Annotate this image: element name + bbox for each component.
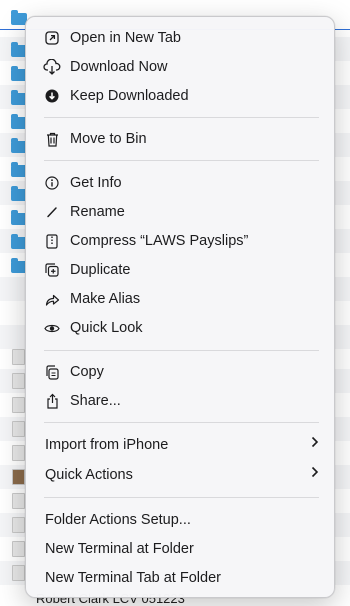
menu-item-share[interactable]: Share...	[33, 388, 329, 414]
info-icon	[43, 174, 61, 192]
menu-item-label: Rename	[70, 204, 125, 220]
menu-item-label: Copy	[70, 364, 104, 380]
alias-arrow-icon	[43, 290, 61, 308]
menu-item-label: Get Info	[70, 175, 122, 191]
menu-item-open-in-new-tab[interactable]: Open in New Tab	[33, 25, 329, 51]
menu-separator	[44, 160, 319, 161]
document-thumbnail-icon	[12, 445, 25, 461]
menu-item-compress[interactable]: Compress “LAWS Payslips”	[33, 228, 329, 254]
document-thumbnail-icon	[12, 541, 25, 557]
cloud-download-icon	[43, 58, 61, 76]
download-circle-icon	[43, 87, 61, 105]
menu-item-new-terminal-tab-at-folder[interactable]: New Terminal Tab at Folder	[33, 565, 329, 591]
menu-item-get-info[interactable]: Get Info	[33, 170, 329, 196]
menu-item-rename[interactable]: Rename	[33, 199, 329, 225]
document-thumbnail-icon	[12, 517, 25, 533]
menu-item-label: Share...	[70, 393, 121, 409]
context-menu: Open in New Tab Download Now Keep Downlo…	[25, 16, 335, 598]
document-thumbnail-icon	[12, 421, 25, 437]
menu-item-label: Quick Actions	[45, 467, 133, 483]
copy-icon	[43, 363, 61, 381]
menu-separator	[44, 350, 319, 351]
menu-item-label: Move to Bin	[70, 131, 147, 147]
menu-item-label: Compress “LAWS Payslips”	[70, 233, 249, 249]
chevron-right-icon	[311, 436, 319, 448]
menu-item-copy[interactable]: Copy	[33, 359, 329, 385]
menu-item-quick-actions[interactable]: Quick Actions	[33, 462, 329, 488]
chevron-right-icon	[311, 466, 319, 478]
menu-item-move-to-bin[interactable]: Move to Bin	[33, 126, 329, 152]
menu-item-import-from-iphone[interactable]: Import from iPhone	[33, 432, 329, 458]
document-thumbnail-icon	[12, 349, 25, 365]
menu-item-new-terminal-at-folder[interactable]: New Terminal at Folder	[33, 536, 329, 562]
pencil-icon	[43, 203, 61, 221]
document-thumbnail-icon	[12, 397, 25, 413]
menu-item-label: Make Alias	[70, 291, 141, 307]
eye-icon	[43, 319, 61, 337]
menu-separator	[44, 117, 319, 118]
menu-item-make-alias[interactable]: Make Alias	[33, 286, 329, 312]
menu-item-keep-downloaded[interactable]: Keep Downloaded	[33, 83, 329, 109]
menu-item-label: Duplicate	[70, 262, 131, 278]
menu-item-label: Open in New Tab	[70, 30, 181, 46]
share-icon	[43, 392, 61, 410]
menu-item-download-now[interactable]: Download Now	[33, 54, 329, 80]
menu-item-label: New Terminal Tab at Folder	[45, 570, 221, 586]
duplicate-icon	[43, 261, 61, 279]
menu-item-label: Keep Downloaded	[70, 88, 189, 104]
menu-separator	[44, 497, 319, 498]
document-thumbnail-icon	[12, 373, 25, 389]
archive-icon	[43, 232, 61, 250]
open-in-new-tab-icon	[43, 29, 61, 47]
document-thumbnail-icon	[12, 493, 25, 509]
menu-separator	[44, 422, 319, 423]
menu-item-duplicate[interactable]: Duplicate	[33, 257, 329, 283]
trash-icon	[43, 130, 61, 148]
image-thumbnail-icon	[12, 469, 25, 485]
menu-item-folder-actions-setup[interactable]: Folder Actions Setup...	[33, 507, 329, 533]
menu-item-label: New Terminal at Folder	[45, 541, 194, 557]
menu-item-label: Import from iPhone	[45, 437, 169, 453]
menu-item-label: Folder Actions Setup...	[45, 512, 191, 528]
menu-item-label: Quick Look	[70, 320, 143, 336]
document-thumbnail-icon	[12, 565, 25, 581]
menu-item-quick-look[interactable]: Quick Look	[33, 315, 329, 341]
menu-item-label: Download Now	[70, 59, 168, 75]
